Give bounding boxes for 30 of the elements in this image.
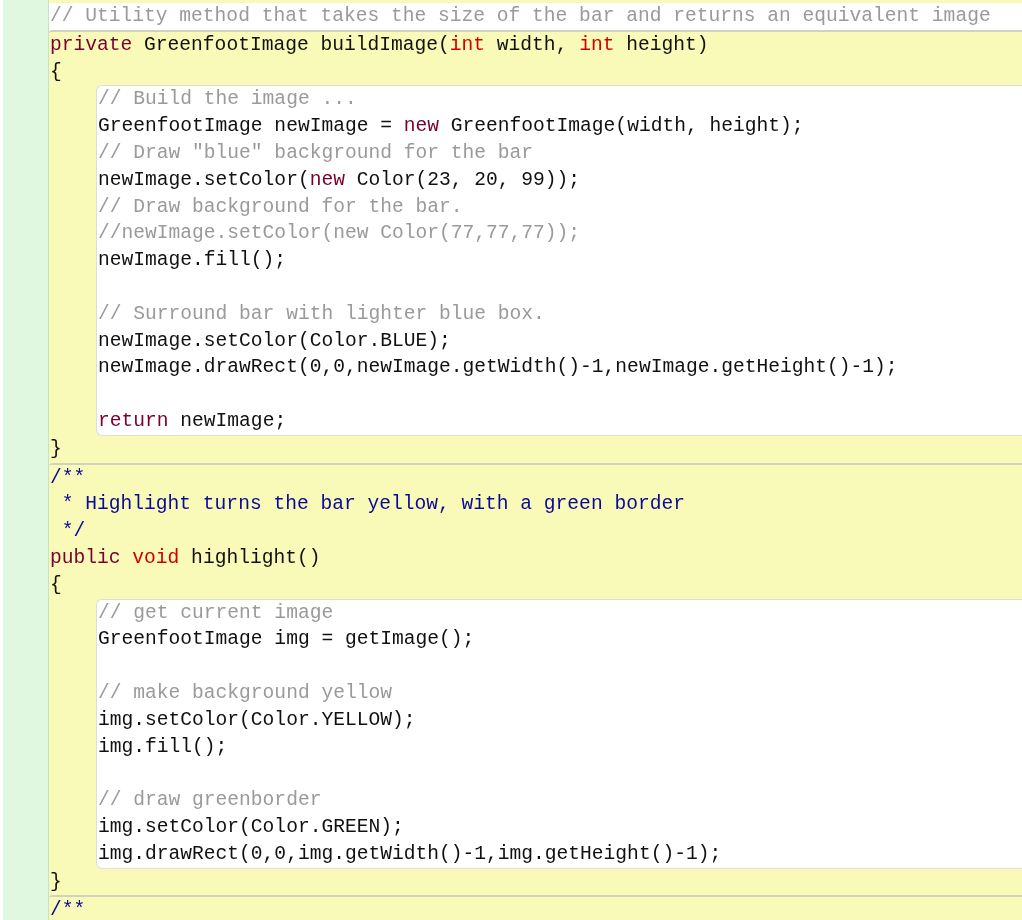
code-line: /**	[50, 899, 86, 920]
code-line: return newImage;	[98, 409, 287, 432]
code-line: // get current image	[98, 601, 334, 624]
code-line: // Utility method that takes the size of the bar and returns an equivalent image	[50, 5, 991, 27]
code-line: newImage.drawRect(0,0,newImage.getWidth()-1,newImage.getHeight()-1);	[98, 356, 898, 379]
code-line: private GreenfootImage buildImage(int width, int height)	[50, 33, 709, 56]
code-line: // Draw "blue" background for the bar	[98, 142, 534, 164]
code-line: img.setColor(Color.YELLOW);	[98, 708, 416, 731]
code-line: {	[50, 60, 62, 83]
code-line: GreenfootImage img = getImage();	[98, 628, 475, 651]
code-line: GreenfootImage newImage = new GreenfootImage(width, height);	[98, 115, 804, 138]
code-line: newImage.setColor(Color.BLUE);	[98, 329, 451, 352]
code-line: /**	[50, 466, 86, 489]
code-line: }	[50, 437, 62, 460]
code-line: newImage.fill();	[98, 249, 287, 272]
code-line: }	[50, 870, 62, 893]
code-line: // Surround bar with lighter blue box.	[98, 302, 545, 325]
code-line: {	[50, 573, 62, 596]
code-line: img.setColor(Color.GREEN);	[98, 815, 404, 838]
code-line: * Highlight turns the bar yellow, with a green border	[60, 493, 685, 516]
code-line: // draw greenborder	[98, 789, 322, 812]
code-line: img.drawRect(0,0,img.getWidth()-1,img.getHeight()-1);	[98, 842, 722, 865]
code-line: public void highlight()	[50, 546, 321, 569]
code-line: img.fill();	[98, 735, 228, 758]
code-line: newImage.setColor(new Color(23, 20, 99));	[98, 168, 581, 191]
code-line: // Build the image ...	[98, 88, 357, 111]
code-line: // make background yellow	[98, 681, 392, 704]
code-line: // Draw background for the bar.	[98, 195, 463, 218]
code-line: //newImage.setColor(new Color(77,77,77));	[98, 222, 581, 245]
code-line: */	[60, 520, 86, 543]
